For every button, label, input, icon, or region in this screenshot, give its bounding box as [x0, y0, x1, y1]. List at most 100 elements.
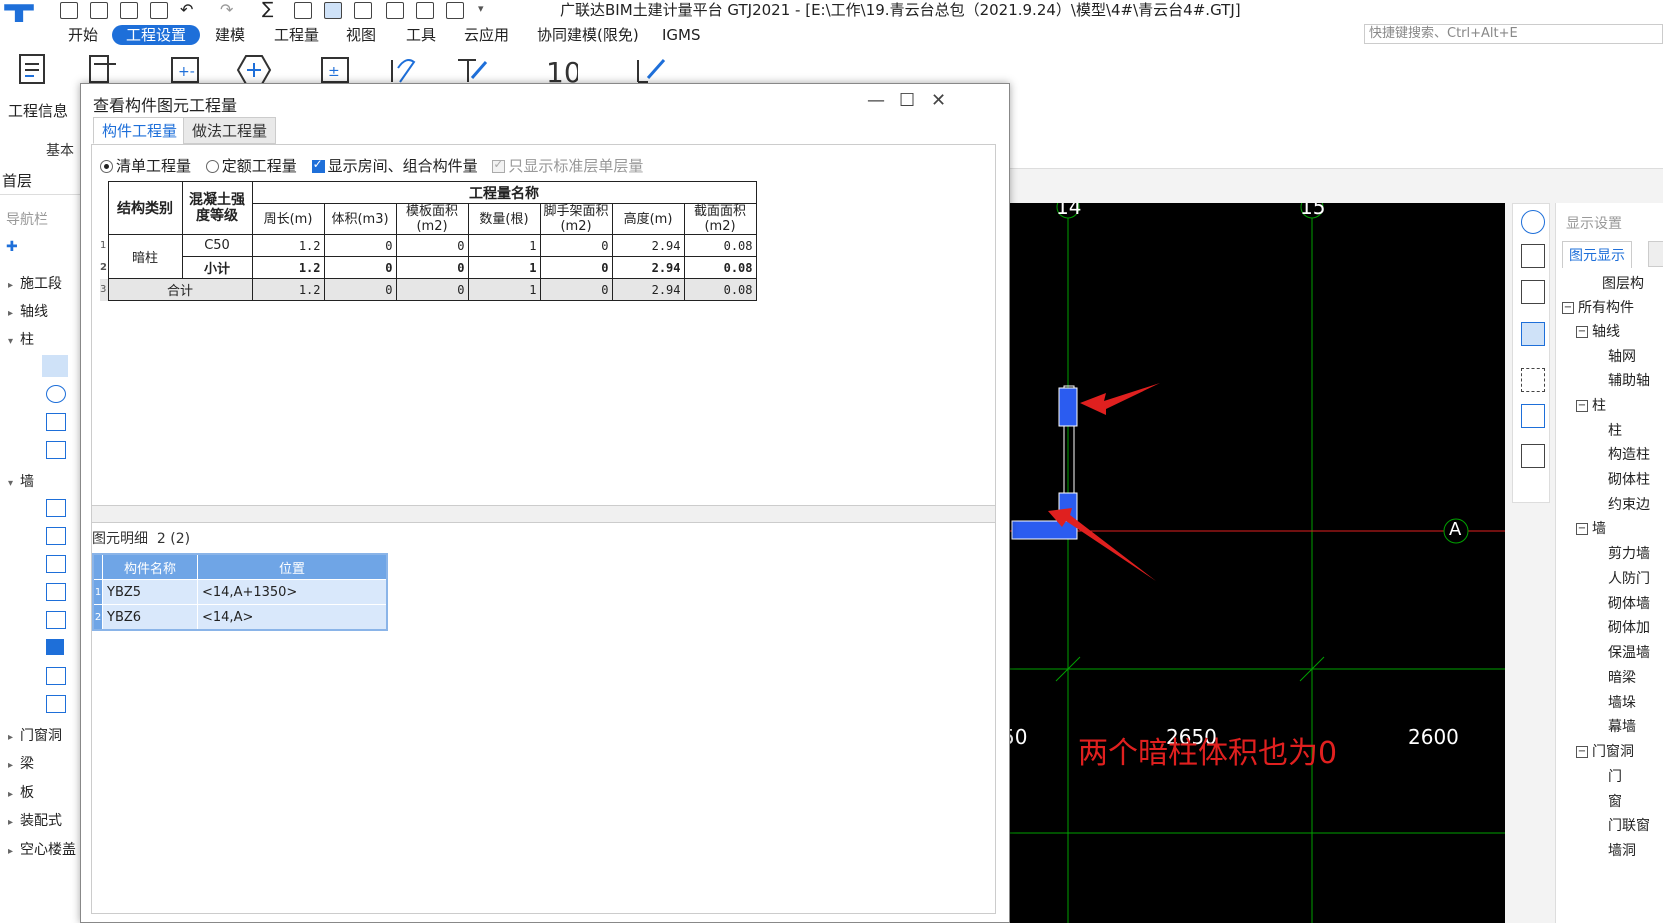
- undo-icon[interactable]: ↶: [180, 0, 193, 19]
- radio-checked-icon[interactable]: [100, 160, 113, 173]
- collapse-icon[interactable]: −: [1576, 746, 1588, 758]
- table-row-subtotal[interactable]: 2 小计 1.2 0 0 1 0 2.94 0.08: [100, 256, 757, 279]
- col-concrete-grade[interactable]: 混凝土强度等级: [181, 181, 253, 235]
- new-file-icon[interactable]: [90, 2, 108, 19]
- nav-node-axis[interactable]: ▸ 轴线: [8, 301, 48, 321]
- col-height[interactable]: 高度(m): [611, 203, 685, 235]
- tree-item[interactable]: 幕墙: [1608, 716, 1636, 736]
- tree-item[interactable]: 窗: [1608, 791, 1622, 811]
- tab-method-quantity[interactable]: 做法工程量: [183, 117, 277, 144]
- floor-selector[interactable]: 首层: [0, 167, 80, 195]
- tab-element-display[interactable]: 图元显示: [1562, 241, 1632, 268]
- civil-defense-door-icon[interactable]: [46, 527, 66, 545]
- col-count[interactable]: 数量(根): [467, 203, 541, 235]
- customize-dropdown-icon[interactable]: ▾: [478, 2, 484, 15]
- table-row[interactable]: 2 YBZ6 <14,A>: [92, 604, 388, 631]
- tree-item[interactable]: − 门窗洞: [1576, 741, 1634, 761]
- wall-pier-icon[interactable]: [46, 667, 66, 685]
- tree-item[interactable]: 砌体柱: [1608, 469, 1650, 489]
- cube-icon[interactable]: [1521, 404, 1545, 428]
- col-volume[interactable]: 体积(m3): [323, 203, 397, 235]
- shortcut-search-input[interactable]: 快捷键搜索、Ctrl+Alt+E: [1364, 24, 1663, 44]
- table-icon[interactable]: [294, 2, 312, 19]
- box-icon[interactable]: [1521, 280, 1545, 304]
- layout-icon[interactable]: [354, 2, 372, 19]
- menu-start[interactable]: 开始: [68, 25, 98, 45]
- masonry-column-icon[interactable]: [46, 413, 66, 431]
- tree-item[interactable]: 柱: [1608, 420, 1622, 440]
- curtain-wall-icon[interactable]: [46, 695, 66, 713]
- col-component-name[interactable]: 构件名称: [102, 553, 198, 580]
- checkbox-checked-icon[interactable]: [311, 157, 325, 173]
- nav-node-column[interactable]: ▾ 柱: [8, 329, 34, 349]
- nav-node-hollow-floor[interactable]: ▸ 空心楼盖: [8, 839, 76, 859]
- switch-icon[interactable]: [446, 2, 464, 19]
- tree-item[interactable]: − 轴线: [1576, 321, 1620, 341]
- table-row[interactable]: 1 暗柱 C50 1.2 0 0 1 0 2.94 0.08: [100, 234, 757, 279]
- ribbon-project-info-label[interactable]: 工程信息: [8, 100, 68, 121]
- menu-collab[interactable]: 协同建模(限免): [537, 25, 639, 45]
- constructional-column-icon[interactable]: [46, 385, 66, 403]
- drawing-canvas[interactable]: 14 15 A 50 2650 2600: [1010, 203, 1505, 923]
- collapse-icon[interactable]: −: [1576, 326, 1588, 338]
- tree-item[interactable]: 砌体加: [1608, 617, 1650, 637]
- menu-quantity[interactable]: 工程量: [274, 25, 319, 45]
- nav-node-beam[interactable]: ▸ 梁: [8, 753, 34, 773]
- minimize-icon[interactable]: —: [867, 92, 885, 110]
- box-dropdown-icon[interactable]: [1521, 322, 1545, 346]
- edit-icon[interactable]: [386, 2, 404, 19]
- menu-igms[interactable]: IGMS: [662, 25, 701, 45]
- hidden-beam-icon[interactable]: [46, 639, 64, 655]
- menu-view[interactable]: 视图: [346, 25, 376, 45]
- col-perimeter[interactable]: 周长(m): [251, 203, 325, 235]
- nav-add-icon[interactable]: ✚: [6, 239, 18, 255]
- checkbox-show-rooms[interactable]: 显示房间、组合构件量: [311, 155, 478, 176]
- fullscreen-icon[interactable]: [1521, 368, 1545, 392]
- tab-component-quantity[interactable]: 构件工程量: [93, 117, 187, 144]
- masonry-wall-icon[interactable]: [46, 555, 66, 573]
- tree-item[interactable]: 墙垛: [1608, 692, 1636, 712]
- tree-item[interactable]: 剪力墙: [1608, 543, 1650, 563]
- tree-item[interactable]: 墙洞: [1608, 840, 1636, 860]
- tab-more[interactable]: [1648, 241, 1663, 267]
- nav-node-slab[interactable]: ▸ 板: [8, 782, 34, 802]
- redo-icon[interactable]: ↷: [220, 0, 233, 19]
- tree-item[interactable]: 门: [1608, 766, 1622, 786]
- column-icon[interactable]: [42, 355, 68, 377]
- radio-unchecked-icon[interactable]: [205, 160, 219, 173]
- col-formwork-area[interactable]: 模板面积(m2): [395, 203, 469, 235]
- tree-item[interactable]: − 柱: [1576, 395, 1606, 415]
- tree-item[interactable]: 砌体墙: [1608, 593, 1650, 613]
- checkbox-std-floor-only[interactable]: 只显示标准层单层量: [492, 155, 643, 176]
- shear-wall-icon[interactable]: [46, 499, 66, 517]
- column-ybz6-leg[interactable]: [1011, 520, 1078, 540]
- open-folder-icon[interactable]: [120, 2, 138, 19]
- close-icon[interactable]: ✕: [931, 92, 946, 110]
- orbit-icon[interactable]: [1521, 210, 1545, 234]
- col-section-area[interactable]: 截面面积(m2): [683, 203, 757, 235]
- sum-icon[interactable]: ∑: [262, 0, 273, 19]
- tree-item[interactable]: 构造柱: [1608, 444, 1650, 464]
- edge-column-icon[interactable]: [46, 441, 66, 459]
- collapse-icon[interactable]: −: [1562, 302, 1574, 314]
- view-settings-icon[interactable]: [1521, 444, 1545, 468]
- menu-modeling[interactable]: 建模: [215, 25, 245, 45]
- table-row[interactable]: 1 YBZ5 <14,A+1350>: [92, 579, 388, 605]
- collapse-icon[interactable]: −: [1576, 523, 1588, 535]
- nav-node-stage[interactable]: ▸ 施工段: [8, 273, 62, 293]
- tree-item[interactable]: − 所有构件: [1562, 297, 1634, 317]
- menu-project-settings[interactable]: 工程设置: [112, 25, 201, 45]
- tree-item[interactable]: 图层构: [1602, 273, 1644, 293]
- export-icon[interactable]: [60, 2, 78, 19]
- column-ybz5[interactable]: [1058, 387, 1078, 427]
- radio-list-quantity[interactable]: 清单工程量: [100, 155, 191, 176]
- menu-cloud[interactable]: 云应用: [464, 25, 509, 45]
- grid-icon[interactable]: [324, 2, 342, 19]
- 3d-icon[interactable]: [1521, 244, 1545, 268]
- menu-tools[interactable]: 工具: [406, 25, 436, 45]
- splitter[interactable]: [92, 505, 995, 523]
- collapse-icon[interactable]: −: [1576, 400, 1588, 412]
- tree-item[interactable]: 轴网: [1608, 346, 1636, 366]
- save-icon[interactable]: [150, 2, 168, 19]
- tree-item[interactable]: 保温墙: [1608, 642, 1650, 662]
